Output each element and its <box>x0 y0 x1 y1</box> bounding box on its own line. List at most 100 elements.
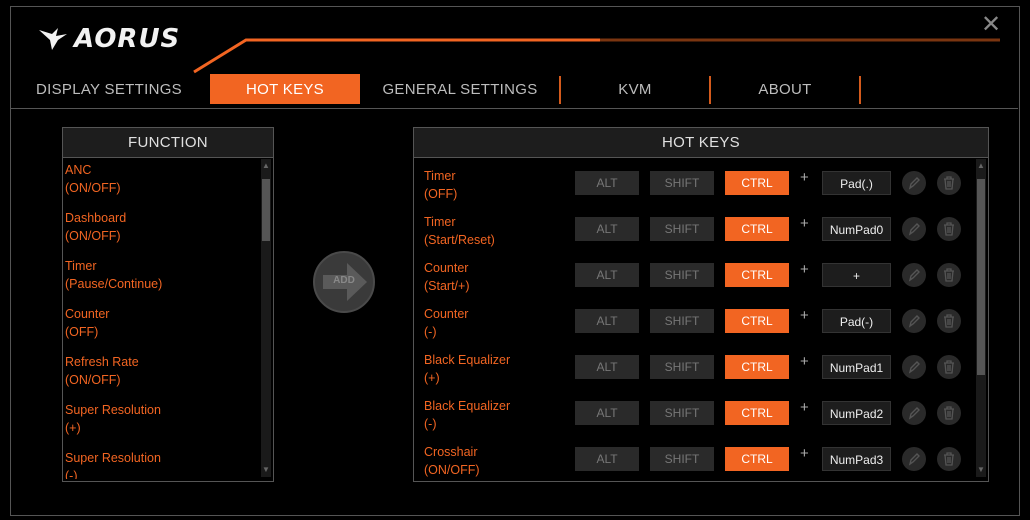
edit-button[interactable] <box>902 263 926 287</box>
tab-hot-keys[interactable]: HOT KEYS <box>210 74 360 104</box>
hotkey-key-field[interactable]: NumPad1 <box>822 355 891 379</box>
hotkey-function-detail: (ON/OFF) <box>424 463 480 477</box>
shift-key-toggle[interactable]: SHIFT <box>650 263 714 287</box>
ctrl-key-toggle[interactable]: CTRL <box>725 447 789 471</box>
delete-button[interactable] <box>937 217 961 241</box>
hotkey-function-name: Timer <box>424 169 456 183</box>
hotkey-row: Timer (Start/Reset) ALT SHIFT CTRL + Num… <box>414 205 974 251</box>
edit-button[interactable] <box>902 309 926 333</box>
edit-button[interactable] <box>902 355 926 379</box>
pencil-icon <box>908 177 920 190</box>
edit-button[interactable] <box>902 447 926 471</box>
hotkey-key-field[interactable]: NumPad2 <box>822 401 891 425</box>
alt-key-toggle[interactable]: ALT <box>575 355 639 379</box>
ctrl-key-toggle[interactable]: CTRL <box>725 309 789 333</box>
function-item-timer[interactable]: Timer (Pause/Continue) <box>63 257 259 303</box>
scrollbar-thumb[interactable] <box>977 179 985 375</box>
close-button[interactable]: ✕ <box>980 11 1002 38</box>
hotkey-key-field[interactable]: + <box>822 263 891 287</box>
delete-button[interactable] <box>937 309 961 333</box>
function-item-detail: (-) <box>65 469 78 479</box>
ctrl-key-toggle[interactable]: CTRL <box>725 401 789 425</box>
shift-key-toggle[interactable]: SHIFT <box>650 447 714 471</box>
shift-key-toggle[interactable]: SHIFT <box>650 309 714 333</box>
close-icon[interactable]: ✕ <box>981 11 1001 38</box>
function-item-super-resolution-plus[interactable]: Super Resolution (+) <box>63 401 259 447</box>
function-item-name: ANC <box>65 163 92 177</box>
function-item-counter[interactable]: Counter (OFF) <box>63 305 259 351</box>
plus-sign: + <box>800 353 809 370</box>
trash-icon <box>944 406 954 420</box>
aorus-logo: AORUS <box>38 24 180 54</box>
tab-about[interactable]: ABOUT <box>730 74 840 104</box>
shift-key-toggle[interactable]: SHIFT <box>650 217 714 241</box>
delete-button[interactable] <box>937 401 961 425</box>
hotkey-key-field[interactable]: Pad(.) <box>822 171 891 195</box>
scrollbar-thumb[interactable] <box>262 179 270 241</box>
function-scrollbar[interactable]: ▲ ▼ <box>261 159 271 477</box>
tab-kvm[interactable]: KVM <box>580 74 690 104</box>
ctrl-key-toggle[interactable]: CTRL <box>725 355 789 379</box>
add-button[interactable]: ADD <box>313 251 375 313</box>
shift-key-toggle[interactable]: SHIFT <box>650 355 714 379</box>
alt-key-toggle[interactable]: ALT <box>575 217 639 241</box>
hotkey-function-detail: (+) <box>424 371 440 385</box>
hotkeys-scrollbar[interactable]: ▲ ▼ <box>976 159 986 477</box>
tab-separator <box>709 76 711 104</box>
hotkey-function-label: Timer (OFF) <box>424 167 457 203</box>
function-item-super-resolution-minus[interactable]: Super Resolution (-) <box>63 449 259 479</box>
function-item-name: Dashboard <box>65 211 127 225</box>
function-item-refresh-rate[interactable]: Refresh Rate (ON/OFF) <box>63 353 259 399</box>
hotkey-key-field[interactable]: Pad(-) <box>822 309 891 333</box>
alt-key-toggle[interactable]: ALT <box>575 447 639 471</box>
add-button-label: ADD <box>333 275 355 286</box>
function-item-dashboard[interactable]: Dashboard (ON/OFF) <box>63 209 259 255</box>
plus-sign: + <box>800 215 809 232</box>
brand-name: AORUS <box>74 24 181 54</box>
trash-icon <box>944 314 954 328</box>
hotkey-function-detail: (Start/Reset) <box>424 233 495 247</box>
delete-button[interactable] <box>937 171 961 195</box>
shift-key-toggle[interactable]: SHIFT <box>650 171 714 195</box>
delete-button[interactable] <box>937 263 961 287</box>
edit-button[interactable] <box>902 401 926 425</box>
scroll-up-icon[interactable]: ▲ <box>976 161 986 171</box>
edit-button[interactable] <box>902 171 926 195</box>
alt-key-toggle[interactable]: ALT <box>575 401 639 425</box>
hotkey-function-label: Counter (Start/+) <box>424 259 470 295</box>
alt-key-toggle[interactable]: ALT <box>575 263 639 287</box>
function-item-detail: (Pause/Continue) <box>65 277 163 291</box>
alt-key-toggle[interactable]: ALT <box>575 171 639 195</box>
pencil-icon <box>908 407 920 420</box>
tab-divider <box>10 108 1018 109</box>
hotkey-key-field[interactable]: NumPad0 <box>822 217 891 241</box>
pencil-icon <box>908 315 920 328</box>
scroll-down-icon[interactable]: ▼ <box>261 465 271 475</box>
ctrl-key-toggle[interactable]: CTRL <box>725 171 789 195</box>
hotkey-function-detail: (-) <box>424 417 437 431</box>
hotkey-function-detail: (Start/+) <box>424 279 470 293</box>
alt-key-toggle[interactable]: ALT <box>575 309 639 333</box>
tab-display-settings[interactable]: DISPLAY SETTINGS <box>24 74 194 104</box>
edit-button[interactable] <box>902 217 926 241</box>
delete-button[interactable] <box>937 447 961 471</box>
trash-icon <box>944 176 954 190</box>
scroll-down-icon[interactable]: ▼ <box>976 465 986 475</box>
delete-button[interactable] <box>937 355 961 379</box>
scroll-up-icon[interactable]: ▲ <box>261 161 271 171</box>
function-item-detail: (ON/OFF) <box>65 229 121 243</box>
tab-bar: DISPLAY SETTINGS HOT KEYS GENERAL SETTIN… <box>10 74 1018 110</box>
function-panel: FUNCTION ANC (ON/OFF) Dashboard (ON/OFF) T… <box>62 127 274 482</box>
hotkey-key-field[interactable]: NumPad3 <box>822 447 891 471</box>
trash-icon <box>944 222 954 236</box>
hotkey-row: Counter (Start/+) ALT SHIFT CTRL + + <box>414 251 974 297</box>
function-item-detail: (+) <box>65 421 81 435</box>
function-list: ANC (ON/OFF) Dashboard (ON/OFF) Timer (Paus… <box>63 159 259 479</box>
ctrl-key-toggle[interactable]: CTRL <box>725 217 789 241</box>
function-item-anc[interactable]: ANC (ON/OFF) <box>63 161 259 207</box>
shift-key-toggle[interactable]: SHIFT <box>650 401 714 425</box>
tab-general-settings[interactable]: GENERAL SETTINGS <box>380 74 540 104</box>
trash-icon <box>944 360 954 374</box>
ctrl-key-toggle[interactable]: CTRL <box>725 263 789 287</box>
hotkey-function-detail: (-) <box>424 325 437 339</box>
